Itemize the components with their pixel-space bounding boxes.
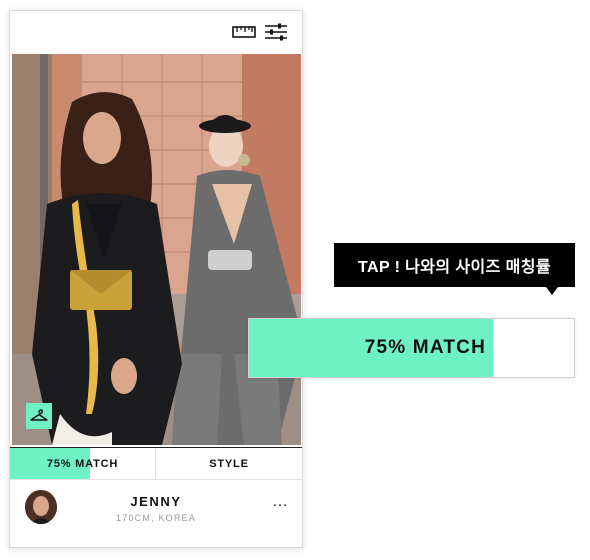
phone-mockup: 75% MATCH STYLE JENNY 170CM, KOREA … xyxy=(9,10,303,548)
tab-match[interactable]: 75% MATCH xyxy=(10,448,156,479)
tab-style[interactable]: STYLE xyxy=(156,448,302,479)
tab-match-label: 75% MATCH xyxy=(46,457,119,470)
ruler-icon[interactable] xyxy=(232,23,256,41)
filter-sliders-icon[interactable] xyxy=(264,23,288,41)
tab-bar: 75% MATCH STYLE xyxy=(10,447,302,480)
hanger-icon[interactable] xyxy=(26,403,52,429)
match-bar-label: 75% MATCH xyxy=(364,337,486,358)
size-match-tooltip[interactable]: TAP ! 나와의 사이즈 매칭률 xyxy=(334,243,575,295)
profile-name: JENNY xyxy=(130,494,182,509)
tab-style-label: STYLE xyxy=(209,457,249,470)
more-options-icon[interactable]: … xyxy=(272,494,289,510)
match-progress-bar[interactable]: 75% MATCH xyxy=(248,318,575,378)
top-bar xyxy=(10,11,302,53)
profile-meta: 170CM, KOREA xyxy=(116,513,196,523)
fashion-photo xyxy=(12,54,301,445)
profile-card[interactable]: JENNY 170CM, KOREA … xyxy=(10,481,302,547)
